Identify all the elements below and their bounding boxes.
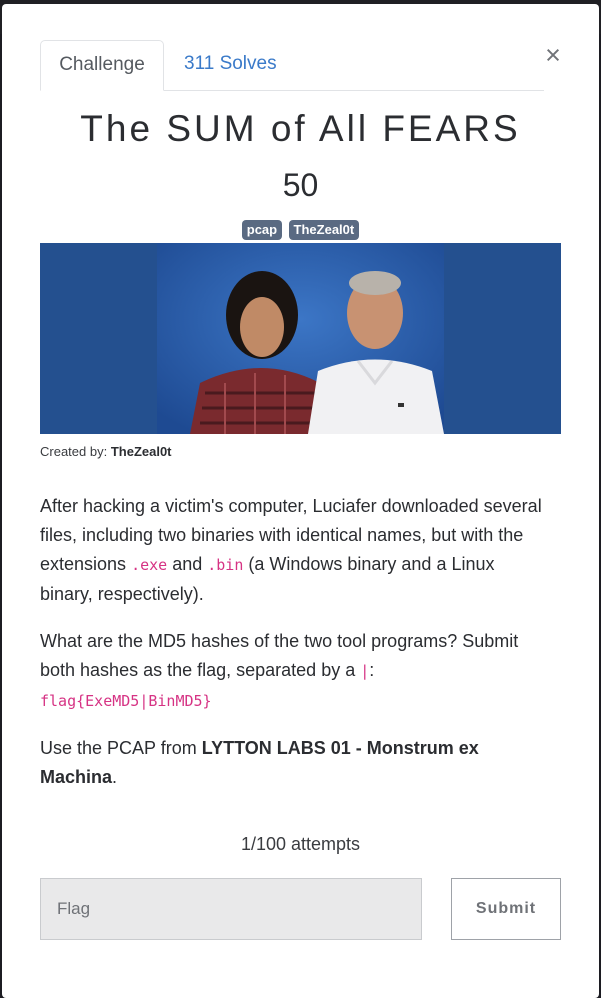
- description-text: .: [112, 767, 118, 787]
- challenge-banner-image: [40, 243, 561, 434]
- challenge-points: 50: [282, 167, 319, 203]
- description-paragraph-3: Use the PCAP from LYTTON LABS 01 - Monst…: [40, 734, 550, 792]
- description-text: Use the PCAP from: [40, 738, 202, 758]
- code-flag-format: flag{ExeMD5|BinMD5}: [40, 692, 212, 710]
- code-bin: .bin: [207, 556, 244, 574]
- tag-author: TheZeal0t: [288, 220, 360, 240]
- description-text: What are the MD5 hashes of the two tool …: [40, 631, 519, 680]
- modal-tabs: Challenge 311 Solves: [40, 40, 544, 91]
- attempts-counter: 1/100 attempts: [240, 834, 361, 854]
- code-exe: .exe: [131, 556, 168, 574]
- close-icon[interactable]: ×: [542, 41, 564, 69]
- tag-pcap: pcap: [241, 220, 283, 240]
- description-paragraph-2: What are the MD5 hashes of the two tool …: [40, 627, 550, 716]
- code-separator: |: [360, 662, 370, 680]
- created-by: Created by: TheZeal0t: [40, 444, 172, 459]
- description-text: and: [167, 554, 208, 574]
- challenge-tags: pcap TheZeal0t: [2, 220, 599, 240]
- submit-button[interactable]: Submit: [451, 878, 561, 940]
- created-by-author: TheZeal0t: [110, 444, 172, 459]
- description-text: :: [369, 660, 375, 680]
- challenge-modal: Challenge 311 Solves × The SUM of All FE…: [2, 4, 599, 998]
- description-paragraph-1: After hacking a victim's computer, Lucia…: [40, 492, 550, 609]
- tab-challenge[interactable]: Challenge: [40, 40, 164, 91]
- challenge-title: The SUM of All FEARS: [80, 108, 521, 149]
- tab-solves[interactable]: 311 Solves: [184, 40, 277, 90]
- created-by-label: Created by:: [40, 444, 111, 459]
- banner-photo-icon: [40, 243, 561, 434]
- challenge-description: After hacking a victim's computer, Lucia…: [40, 492, 550, 810]
- flag-input[interactable]: [40, 878, 422, 940]
